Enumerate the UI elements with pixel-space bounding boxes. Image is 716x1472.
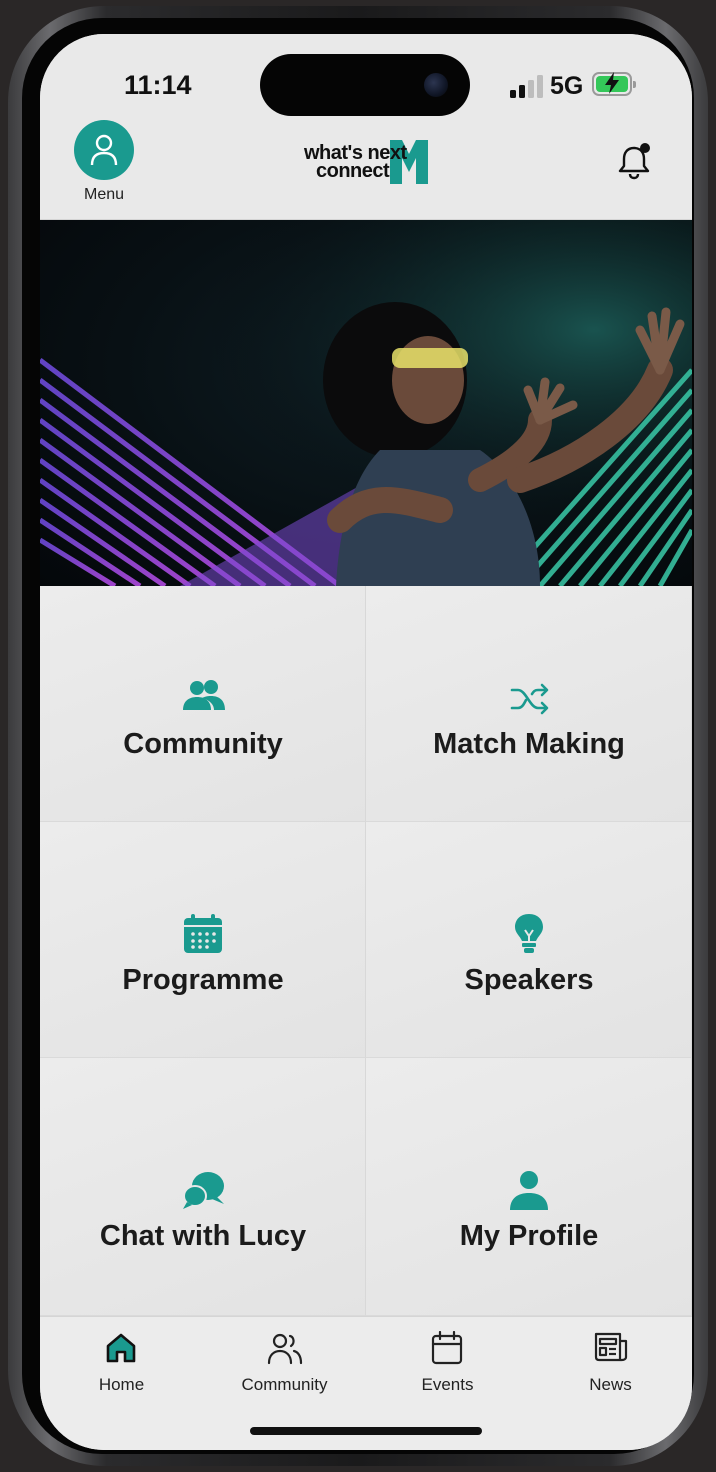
tile-label: Programme bbox=[122, 964, 284, 996]
tile-label: Speakers bbox=[464, 964, 594, 996]
app-header: Menu what's next connect bbox=[40, 120, 692, 220]
network-type: 5G bbox=[550, 72, 584, 100]
menu-label: Menu bbox=[83, 186, 125, 203]
hero-illustration bbox=[40, 220, 692, 586]
home-indicator[interactable] bbox=[250, 1427, 482, 1435]
people-outline-icon bbox=[267, 1333, 303, 1365]
shuffle-icon bbox=[510, 683, 549, 715]
lightbulb-icon bbox=[515, 914, 543, 953]
status-time: 11:14 bbox=[124, 70, 192, 100]
chat-bubbles-icon bbox=[183, 1172, 224, 1209]
tab-label: News bbox=[589, 1375, 632, 1394]
calendar-outline-icon bbox=[431, 1331, 463, 1365]
tile-chat-with-lucy[interactable]: Chat with Lucy bbox=[40, 1058, 366, 1316]
calendar-icon bbox=[184, 914, 222, 953]
tile-label: My Profile bbox=[459, 1220, 599, 1252]
tab-home[interactable]: Home bbox=[40, 1331, 203, 1411]
tile-programme[interactable]: Programme bbox=[40, 822, 366, 1058]
tile-label: Match Making bbox=[433, 728, 625, 760]
tile-label: Chat with Lucy bbox=[99, 1220, 307, 1252]
home-icon bbox=[106, 1333, 136, 1363]
status-bar: 11:14 5G bbox=[40, 34, 692, 120]
bottom-tab-bar: Home Community Events News bbox=[40, 1316, 692, 1450]
tab-label: Home bbox=[98, 1375, 145, 1394]
tab-events[interactable]: Events bbox=[366, 1331, 529, 1411]
bell-icon[interactable] bbox=[614, 142, 654, 182]
tile-my-profile[interactable]: My Profile bbox=[366, 1058, 692, 1316]
tab-label: Community bbox=[241, 1375, 328, 1394]
tab-label: Events bbox=[421, 1375, 474, 1394]
dynamic-island bbox=[260, 54, 470, 116]
tile-speakers[interactable]: Speakers bbox=[366, 822, 692, 1058]
app-logo: what's next connect bbox=[302, 140, 432, 186]
tab-news[interactable]: News bbox=[529, 1331, 692, 1411]
battery-charging-icon bbox=[592, 72, 636, 96]
camera-icon bbox=[424, 73, 448, 97]
home-tile-grid: Community Match Making Programme Speaker… bbox=[40, 586, 692, 1316]
tile-match-making[interactable]: Match Making bbox=[366, 586, 692, 822]
person-icon bbox=[90, 134, 118, 166]
logo-text-line2: connect bbox=[316, 160, 390, 182]
person-icon bbox=[510, 1171, 548, 1210]
tile-label: Community bbox=[123, 728, 283, 760]
menu-button[interactable] bbox=[74, 120, 134, 180]
tile-community[interactable]: Community bbox=[40, 586, 366, 822]
phone-screen: 11:14 5G Menu what's next connect Commun… bbox=[40, 34, 692, 1450]
people-icon bbox=[183, 680, 225, 710]
hero-banner bbox=[40, 220, 692, 586]
tab-community[interactable]: Community bbox=[203, 1331, 366, 1411]
signal-icon bbox=[510, 75, 543, 98]
newspaper-icon bbox=[594, 1332, 628, 1362]
